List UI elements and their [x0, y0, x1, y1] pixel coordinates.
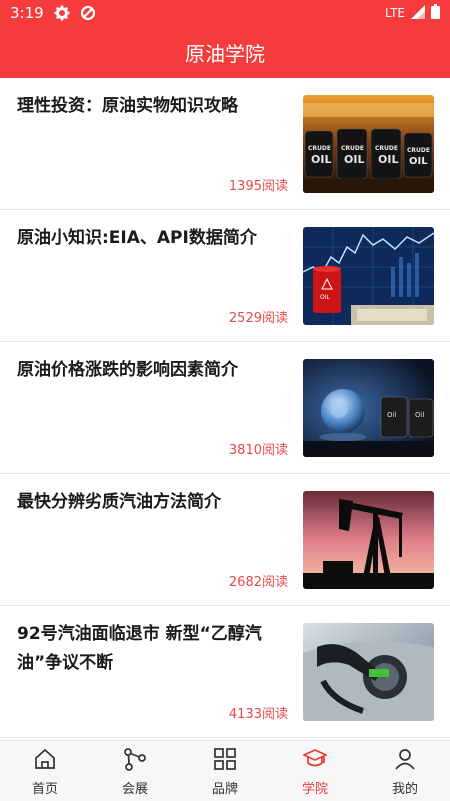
- svg-text:OIL: OIL: [378, 153, 398, 166]
- article-title: 原油价格涨跌的影响因素简介: [17, 360, 238, 380]
- tab-exhibition[interactable]: 会展: [90, 741, 180, 801]
- home-icon: [33, 747, 57, 775]
- tab-home[interactable]: 首页: [0, 741, 90, 801]
- bottom-nav: 首页 会展 品牌 学院 我的: [0, 740, 450, 801]
- svg-text:OIL: OIL: [344, 153, 364, 166]
- grid-icon: [213, 747, 237, 775]
- tab-label: 品牌: [211, 782, 238, 797]
- network-type: LTE: [385, 6, 405, 20]
- fuel-nozzle-car-image: [303, 623, 434, 721]
- tab-label: 首页: [31, 782, 58, 797]
- article-item[interactable]: 原油小知识:EIA、API数据简介 2529阅读 OIL: [0, 210, 450, 342]
- svg-text:CRUDE: CRUDE: [308, 145, 331, 152]
- share-nodes-icon: [123, 747, 147, 775]
- app-bar: 原油学院: [0, 26, 450, 78]
- tab-label: 我的: [391, 782, 418, 797]
- article-read-count: 2529阅读: [228, 311, 288, 326]
- signal-icon: [411, 4, 425, 23]
- svg-text:CRUDE: CRUDE: [341, 145, 364, 152]
- article-item[interactable]: 最快分辨劣质汽油方法简介 2682阅读: [0, 474, 450, 606]
- svg-text:Oil: Oil: [387, 411, 396, 419]
- tab-label: 会展: [121, 782, 148, 797]
- oil-pumpjack-sunset-image: [303, 491, 434, 589]
- page-title: 原油学院: [185, 41, 265, 66]
- article-item[interactable]: 理性投资：原油实物知识攻略 1395阅读 CRUDE OIL CRUDE OIL…: [0, 78, 450, 210]
- article-read-count: 2682阅读: [228, 575, 288, 590]
- status-time: 3:19: [10, 4, 44, 22]
- article-read-count: 3810阅读: [228, 443, 288, 458]
- tab-brand[interactable]: 品牌: [180, 741, 270, 801]
- svg-text:CRUDE: CRUDE: [407, 147, 430, 154]
- gear-icon: [54, 5, 70, 21]
- status-bar: 3:19 LTE: [0, 0, 450, 26]
- svg-text:Oil: Oil: [415, 411, 424, 419]
- article-item[interactable]: 原油价格涨跌的影响因素简介 3810阅读 Oil Oil: [0, 342, 450, 474]
- article-title: 理性投资：原油实物知识攻略: [17, 96, 238, 116]
- article-title: 原油小知识:EIA、API数据简介: [17, 228, 257, 248]
- article-read-count: 4133阅读: [228, 707, 288, 722]
- article-title: 92号汽油面临退市 新型“乙醇汽油”争议不断: [17, 624, 262, 673]
- crude-oil-barrels-image: CRUDE OIL CRUDE OIL CRUDE OIL CRUDE OIL: [303, 95, 434, 193]
- svg-text:OIL: OIL: [320, 294, 330, 301]
- article-list: 理性投资：原油实物知识攻略 1395阅读 CRUDE OIL CRUDE OIL…: [0, 78, 450, 738]
- article-title: 最快分辨劣质汽油方法简介: [17, 492, 221, 512]
- battery-icon: [431, 3, 440, 23]
- data-saver-icon: [80, 5, 96, 21]
- article-item[interactable]: 92号汽油面临退市 新型“乙醇汽油”争议不断 4133阅读: [0, 606, 450, 738]
- tab-mine[interactable]: 我的: [360, 741, 450, 801]
- tab-academy[interactable]: 学院: [270, 741, 360, 801]
- globe-oil-barrels-image: Oil Oil: [303, 359, 434, 457]
- user-icon: [393, 747, 417, 775]
- graduation-cap-icon: [301, 747, 329, 775]
- svg-text:CRUDE: CRUDE: [375, 145, 398, 152]
- tab-label: 学院: [301, 782, 328, 797]
- svg-text:OIL: OIL: [409, 156, 428, 167]
- article-read-count: 1395阅读: [228, 179, 288, 194]
- oil-barrel-stock-chart-image: OIL: [303, 227, 434, 325]
- svg-text:OIL: OIL: [311, 153, 331, 166]
